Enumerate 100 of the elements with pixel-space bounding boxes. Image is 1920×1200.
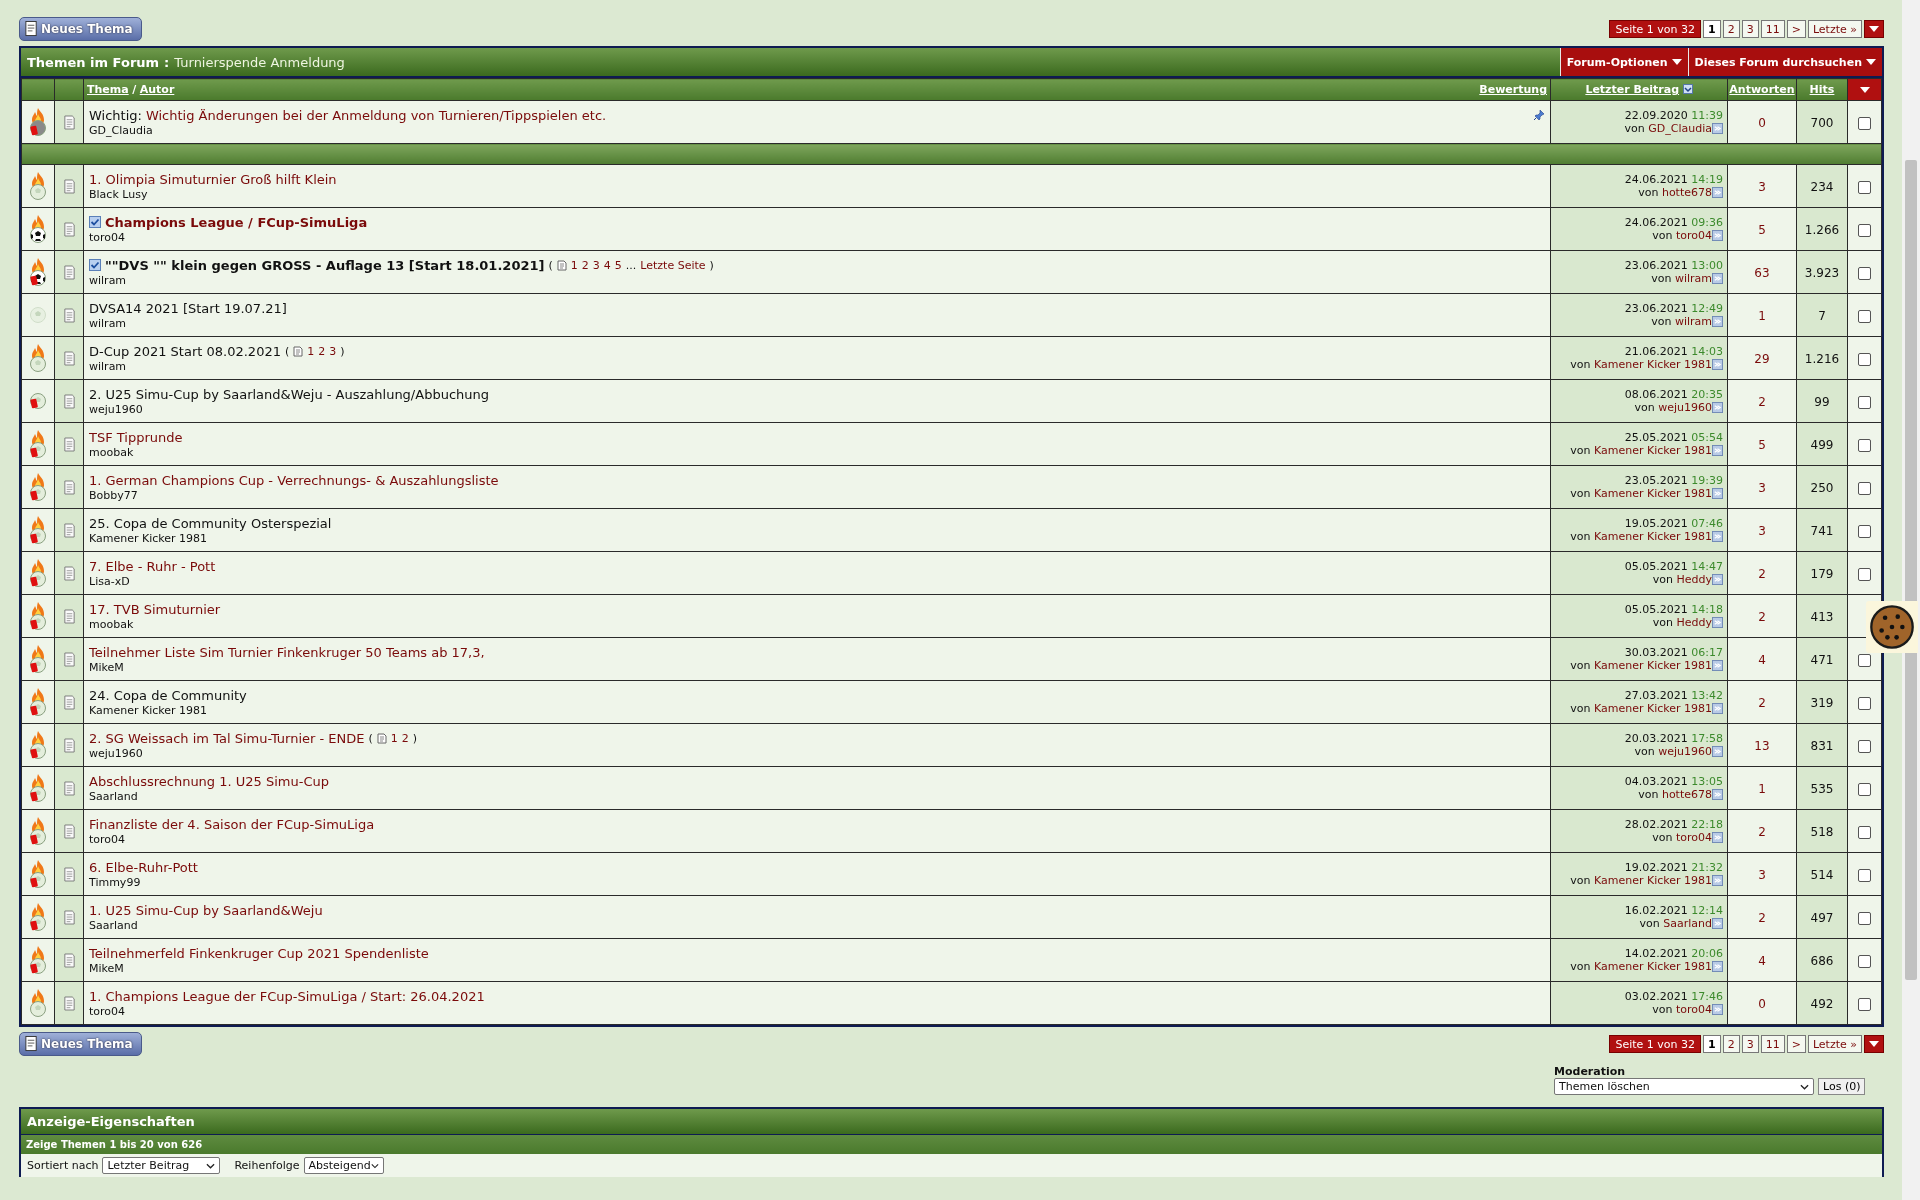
select-checkbox[interactable]	[1858, 739, 1871, 753]
page-link[interactable]: 4	[603, 258, 611, 272]
thread-title-link[interactable]: 1. Olimpia Simuturnier Groß hilft Klein	[89, 171, 337, 187]
moderation-select[interactable]: Themen löschen	[1554, 1078, 1814, 1095]
forum-menu-button[interactable]: Dieses Forum durchsuchen	[1687, 48, 1882, 76]
go-to-post-icon[interactable]	[1712, 961, 1723, 972]
thread-title-link[interactable]: 2. U25 Simu-Cup by Saarland&Weju - Auszahlung/Abbuchung	[89, 386, 489, 402]
sort-order-icon[interactable]	[1682, 84, 1693, 94]
user-link[interactable]: Kamener Kicker 1981	[1593, 487, 1712, 500]
scrollbar[interactable]	[1902, 0, 1920, 1200]
go-to-post-icon[interactable]	[1712, 445, 1723, 456]
page-link[interactable]: >	[1786, 20, 1806, 38]
go-to-post-icon[interactable]	[1712, 488, 1723, 499]
thread-title-link[interactable]: Teilnehmerfeld Finkenkruger Cup 2021 Spendenliste	[89, 945, 429, 961]
reply-count-link[interactable]: 2	[1758, 824, 1766, 839]
user-link[interactable]: Kamener Kicker 1981	[1593, 530, 1712, 543]
select-checkbox[interactable]	[1858, 524, 1871, 538]
reply-count-link[interactable]: 63	[1754, 265, 1770, 280]
reply-count-link[interactable]: 5	[1758, 222, 1766, 237]
user-link[interactable]: Saarland	[1663, 917, 1712, 930]
thread-title-link[interactable]: 25. Copa de Community Osterspezial	[89, 515, 332, 531]
select-checkbox[interactable]	[1858, 352, 1871, 366]
select-checkbox[interactable]	[1858, 653, 1871, 667]
column-menu-button[interactable]	[1847, 78, 1882, 101]
select-checkbox[interactable]	[1858, 696, 1871, 710]
user-link[interactable]: Kamener Kicker 1981	[1593, 960, 1712, 973]
thread-title-link[interactable]: 1. German Champions Cup - Verrechnungs- & Auszahlungsliste	[89, 472, 499, 488]
page-link[interactable]: 5	[614, 258, 622, 272]
thread-title-link[interactable]: 1. U25 Simu-Cup by Saarland&Weju	[89, 902, 323, 918]
thread-title-link[interactable]: Champions League / FCup-SimuLiga	[105, 214, 368, 230]
page-link[interactable]: 2	[581, 258, 589, 272]
select-checkbox[interactable]	[1858, 997, 1871, 1011]
page-link[interactable]: 1	[307, 344, 315, 358]
user-link[interactable]: wilram	[1674, 272, 1712, 285]
page-link[interactable]: 11	[1760, 1035, 1785, 1053]
user-link[interactable]: GD_Claudia	[1648, 122, 1712, 135]
thread-title-link[interactable]: Teilnehmer Liste Sim Turnier Finkenkruger 50 Teams ab 17,3,	[89, 644, 485, 660]
page-link[interactable]: 2	[318, 344, 326, 358]
user-link[interactable]: wilram	[1674, 315, 1712, 328]
user-link[interactable]: Heddy	[1676, 573, 1712, 586]
dropdown-arrow-icon[interactable]	[1859, 87, 1870, 93]
reply-count-link[interactable]: 1	[1758, 781, 1766, 796]
select-checkbox[interactable]	[1858, 438, 1871, 452]
user-link[interactable]: Kamener Kicker 1981	[1593, 874, 1712, 887]
user-link[interactable]: Heddy	[1676, 616, 1712, 629]
go-to-post-icon[interactable]	[1712, 123, 1723, 134]
page-link[interactable]: 11	[1760, 20, 1785, 38]
page-link[interactable]: 1	[390, 731, 398, 745]
select-checkbox[interactable]	[1858, 782, 1871, 796]
reply-count-link[interactable]: 2	[1758, 910, 1766, 925]
thread-title-link[interactable]: DVSA14 2021 [Start 19.07.21]	[89, 300, 287, 316]
go-to-post-icon[interactable]	[1712, 789, 1723, 800]
select-checkbox[interactable]	[1858, 180, 1871, 194]
user-link[interactable]: hotte678	[1661, 788, 1712, 801]
user-link[interactable]: hotte678	[1661, 186, 1712, 199]
go-to-post-icon[interactable]	[1712, 660, 1723, 671]
go-to-post-icon[interactable]	[1712, 230, 1723, 241]
page-link[interactable]: 3	[592, 258, 600, 272]
reply-count-link[interactable]: 0	[1758, 115, 1766, 130]
go-to-post-icon[interactable]	[1712, 531, 1723, 542]
thread-title-link[interactable]: 2. SG Weissach im Tal Simu-Turnier - ENDE	[89, 730, 365, 746]
reply-count-link[interactable]: 4	[1758, 953, 1766, 968]
go-to-post-icon[interactable]	[1712, 617, 1723, 628]
sort-link[interactable]: Autor	[139, 83, 175, 96]
go-to-post-icon[interactable]	[1712, 832, 1723, 843]
thread-title-link[interactable]: ""DVS "" klein gegen GROSS - Auflage 13 [Start 18.01.2021]	[105, 257, 545, 273]
thread-title-link[interactable]: 1. Champions League der FCup-SimuLiga / Start: 26.04.2021	[89, 988, 485, 1004]
user-link[interactable]: weju1960	[1658, 745, 1712, 758]
reply-count-link[interactable]: 0	[1758, 996, 1766, 1011]
reply-count-link[interactable]: 13	[1754, 738, 1770, 753]
page-link[interactable]: 2	[1722, 20, 1740, 38]
page-link[interactable]: 1	[1703, 1035, 1721, 1053]
thread-title-link[interactable]: Finanzliste der 4. Saison der FCup-SimuLiga	[89, 816, 375, 832]
page-link[interactable]: 3	[1741, 20, 1759, 38]
page-link[interactable]: 3	[1741, 1035, 1759, 1053]
reply-count-link[interactable]: 1	[1758, 308, 1766, 323]
user-link[interactable]: toro04	[1675, 229, 1712, 242]
scrollbar-thumb[interactable]	[1905, 160, 1917, 980]
select-checkbox[interactable]	[1858, 481, 1871, 495]
select-checkbox[interactable]	[1858, 868, 1871, 882]
user-link[interactable]: toro04	[1675, 1003, 1712, 1016]
user-link[interactable]: weju1960	[1658, 401, 1712, 414]
page-link[interactable]: 2	[401, 731, 409, 745]
select-checkbox[interactable]	[1858, 911, 1871, 925]
user-link[interactable]: toro04	[1675, 831, 1712, 844]
thread-title-link[interactable]: Wichtig Änderungen bei der Anmeldung von Turnieren/Tippspielen etc.	[145, 107, 607, 123]
go-to-post-icon[interactable]	[1712, 359, 1723, 370]
user-link[interactable]: Kamener Kicker 1981	[1593, 702, 1712, 715]
order-select[interactable]: Absteigend	[303, 1157, 384, 1174]
go-to-post-icon[interactable]	[1712, 918, 1723, 929]
dropdown-arrow-icon[interactable]	[1869, 1041, 1879, 1047]
user-link[interactable]: Kamener Kicker 1981	[1593, 659, 1712, 672]
thread-title-link[interactable]: Abschlussrechnung 1. U25 Simu-Cup	[89, 773, 329, 789]
select-checkbox[interactable]	[1858, 266, 1871, 280]
page-link[interactable]: Letzte »	[1807, 20, 1862, 38]
select-checkbox[interactable]	[1858, 116, 1871, 130]
go-to-post-icon[interactable]	[1712, 402, 1723, 413]
select-checkbox[interactable]	[1858, 309, 1871, 323]
page-link[interactable]: 1	[1703, 20, 1721, 38]
reply-count-link[interactable]: 3	[1758, 480, 1766, 495]
